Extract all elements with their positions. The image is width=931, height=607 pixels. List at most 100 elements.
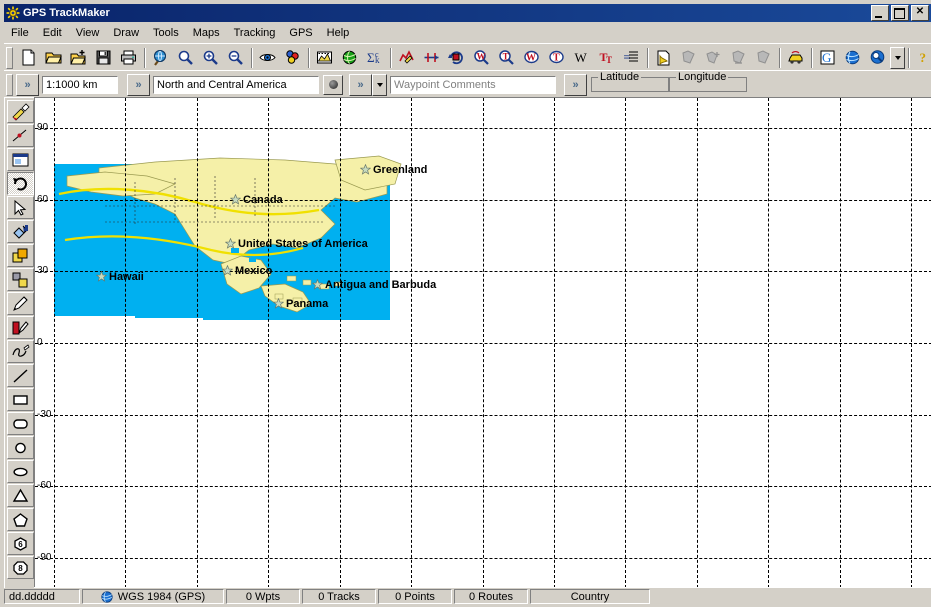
text-tt-icon[interactable]: TT: [594, 45, 619, 70]
close-button[interactable]: ✕: [911, 5, 929, 21]
tool-pentagon[interactable]: [6, 508, 34, 531]
map-yellow-icon[interactable]: [651, 45, 676, 70]
menu-view[interactable]: View: [69, 25, 107, 41]
grid-parallel: [35, 558, 931, 559]
menu-file[interactable]: File: [4, 25, 36, 41]
waypoints-count-panel[interactable]: 0 Wpts: [226, 589, 300, 604]
tool-select-arrow[interactable]: [6, 100, 34, 123]
tool-line[interactable]: [6, 364, 34, 387]
tool-hexagon[interactable]: 6: [6, 532, 34, 555]
map-canvas[interactable]: 90 60 30 0 -30 -60 -90 Greenland Canada United S…: [35, 98, 931, 588]
tool-point[interactable]: [6, 124, 34, 147]
text-list-icon[interactable]: ≡: [619, 45, 644, 70]
tool-rotate[interactable]: [6, 172, 34, 195]
grid-parallel: [35, 199, 931, 201]
zoom-tool-icon[interactable]: [173, 45, 198, 70]
tool-rounded-rect[interactable]: [6, 412, 34, 435]
zoom-out-icon[interactable]: [223, 45, 248, 70]
open-map-icon[interactable]: [66, 45, 91, 70]
tool-pointer[interactable]: [6, 196, 34, 219]
toolbar-separator: [141, 47, 148, 69]
country-label[interactable]: Greenland: [373, 164, 427, 176]
scale-field[interactable]: 1:1000 km: [41, 74, 119, 95]
record-button[interactable]: [323, 74, 343, 95]
globe-dropdown-button[interactable]: [890, 46, 905, 69]
help-question-icon[interactable]: ?: [912, 45, 931, 70]
minimize-button[interactable]: [871, 5, 889, 21]
latitude-tick-label: -30: [37, 408, 52, 420]
coordinate-format-panel[interactable]: dd.ddddd: [4, 589, 80, 604]
toolbar-grip-2[interactable]: [6, 73, 13, 96]
tracks-count-panel[interactable]: 0 Tracks: [302, 589, 376, 604]
palette-colors-icon[interactable]: [280, 45, 305, 70]
waypoint-w-icon[interactable]: W: [519, 45, 544, 70]
maximize-button[interactable]: [891, 5, 909, 21]
comments-expand-button[interactable]: »: [349, 73, 372, 96]
datum-panel[interactable]: WGS 1984 (GPS): [82, 589, 224, 604]
tool-circle[interactable]: [6, 436, 34, 459]
tool-arrange[interactable]: [6, 268, 34, 291]
waypoint-zoom-icon[interactable]: T: [494, 45, 519, 70]
map-insert-icon[interactable]: [701, 45, 726, 70]
region-expand-button[interactable]: »: [127, 73, 150, 96]
text-w-icon[interactable]: W: [569, 45, 594, 70]
coords-expand-button[interactable]: »: [564, 73, 587, 96]
globe-search-icon[interactable]: [148, 45, 173, 70]
tool-fill[interactable]: [6, 220, 34, 243]
new-file-icon[interactable]: [16, 45, 41, 70]
country-label[interactable]: Antigua and Barbuda: [325, 279, 436, 291]
country-label[interactable]: Hawaii: [109, 271, 144, 283]
waypoint-t-icon[interactable]: T: [544, 45, 569, 70]
menu-maps[interactable]: Maps: [186, 25, 227, 41]
tool-triangle[interactable]: [6, 484, 34, 507]
country-label[interactable]: Mexico: [235, 265, 272, 277]
tool-edit-pencil[interactable]: [6, 316, 34, 339]
sum-calc-icon[interactable]: Σkc: [362, 45, 387, 70]
tool-pencil[interactable]: [6, 292, 34, 315]
map-plus-icon[interactable]: [751, 45, 776, 70]
realtime-car-icon[interactable]: [783, 45, 808, 70]
eye-view-icon[interactable]: [255, 45, 280, 70]
menu-draw[interactable]: Draw: [106, 25, 146, 41]
menu-help[interactable]: Help: [320, 25, 357, 41]
tool-octagon[interactable]: 8: [6, 556, 34, 579]
tool-curve[interactable]: [6, 340, 34, 363]
country-label[interactable]: United States of America: [238, 238, 368, 250]
latitude-tick-label: -90: [37, 552, 52, 563]
tool-rectangle[interactable]: [6, 388, 34, 411]
menu-tracking[interactable]: Tracking: [227, 25, 283, 41]
globe-search-blue-icon[interactable]: [865, 45, 890, 70]
tool-copy[interactable]: [6, 244, 34, 267]
tool-ellipse[interactable]: [6, 460, 34, 483]
points-count-panel[interactable]: 0 Points: [378, 589, 452, 604]
google-earth-icon[interactable]: G: [815, 45, 840, 70]
open-file-icon[interactable]: [41, 45, 66, 70]
menu-edit[interactable]: Edit: [36, 25, 69, 41]
green-globe-icon[interactable]: [337, 45, 362, 70]
track-edit-icon[interactable]: [394, 45, 419, 70]
country-label[interactable]: Canada: [243, 194, 283, 206]
track-rotate-icon[interactable]: [444, 45, 469, 70]
print-icon[interactable]: [116, 45, 141, 70]
comments-dropdown-button[interactable]: [372, 73, 387, 96]
menu-gps[interactable]: GPS: [282, 25, 319, 41]
save-icon[interactable]: [91, 45, 116, 70]
region-field[interactable]: North and Central America: [152, 74, 320, 95]
track-split-icon[interactable]: [419, 45, 444, 70]
map-gray-icon[interactable]: [676, 45, 701, 70]
waypoint-find-icon[interactable]: W: [469, 45, 494, 70]
tool-window[interactable]: [6, 148, 34, 171]
profile-chart-icon[interactable]: [312, 45, 337, 70]
map-minus-icon[interactable]: [726, 45, 751, 70]
waypoint-comments-input[interactable]: Waypoint Comments: [389, 74, 557, 95]
zoom-in-icon[interactable]: [198, 45, 223, 70]
scale-expand-button[interactable]: »: [16, 73, 39, 96]
map-mode-panel[interactable]: Country: [530, 589, 650, 604]
map-viewport[interactable]: 90 60 30 0 -30 -60 -90 Greenland Canada United S…: [34, 97, 931, 589]
country-label[interactable]: Panama: [286, 298, 328, 310]
globe-blue-icon[interactable]: [840, 45, 865, 70]
menu-tools[interactable]: Tools: [146, 25, 186, 41]
routes-count-panel[interactable]: 0 Routes: [454, 589, 528, 604]
toolbar-grip[interactable]: [6, 46, 13, 69]
edit-pencil-icon: [11, 319, 30, 337]
